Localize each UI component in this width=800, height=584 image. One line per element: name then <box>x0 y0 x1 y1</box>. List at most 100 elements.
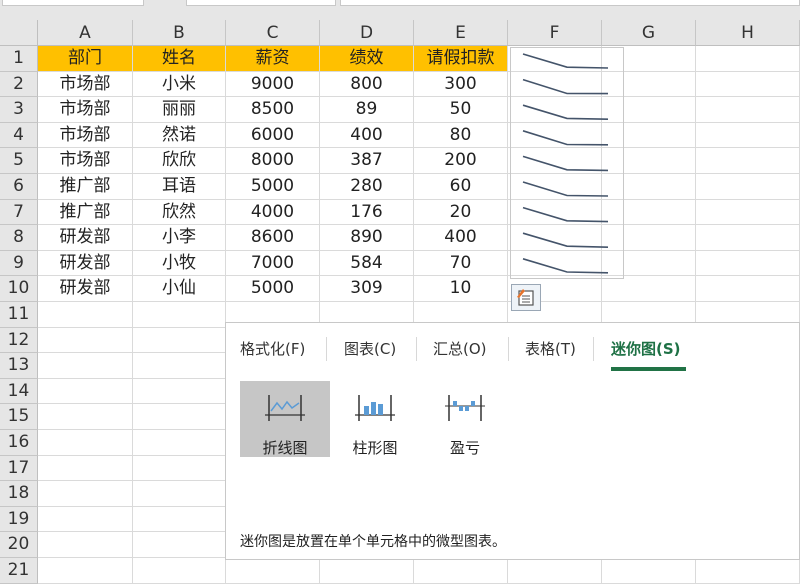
table-cell[interactable]: 丽丽 <box>133 97 226 123</box>
table-cell[interactable]: 研发部 <box>38 250 133 277</box>
empty-cell[interactable] <box>414 558 508 584</box>
table-cell[interactable]: 5000 <box>226 174 320 200</box>
row-header-2[interactable]: 2 <box>0 71 38 98</box>
empty-cell[interactable] <box>320 558 414 584</box>
table-header-cell[interactable]: 绩效 <box>320 46 414 72</box>
empty-cell[interactable] <box>38 404 133 430</box>
table-cell[interactable]: 5000 <box>226 276 320 302</box>
row-header-11[interactable]: 11 <box>0 302 38 328</box>
row-header-6[interactable]: 6 <box>0 174 38 200</box>
row-header-8[interactable]: 8 <box>0 225 38 251</box>
empty-cell[interactable] <box>133 378 226 405</box>
table-cell[interactable]: 欣欣 <box>133 148 226 174</box>
empty-cell[interactable] <box>38 327 133 354</box>
table-cell[interactable]: 584 <box>320 250 414 277</box>
empty-cell[interactable] <box>696 250 800 277</box>
table-cell[interactable]: 10 <box>414 276 508 302</box>
empty-cell[interactable] <box>133 353 226 379</box>
table-cell[interactable]: 研发部 <box>38 225 133 251</box>
empty-cell[interactable] <box>696 122 800 149</box>
table-cell[interactable]: 推广部 <box>38 174 133 200</box>
row-header-20[interactable]: 20 <box>0 532 38 558</box>
table-cell[interactable]: 400 <box>320 122 414 149</box>
column-header-A[interactable]: A <box>38 20 133 46</box>
sparkline-winloss-option[interactable]: 盈亏 <box>420 381 510 457</box>
table-header-cell[interactable]: 薪资 <box>226 46 320 72</box>
table-cell[interactable]: 20 <box>414 199 508 226</box>
table-header-cell[interactable]: 请假扣款 <box>414 46 508 72</box>
table-cell[interactable]: 4000 <box>226 199 320 226</box>
table-header-cell[interactable]: 姓名 <box>133 46 226 72</box>
empty-cell[interactable] <box>696 276 800 302</box>
empty-cell[interactable] <box>133 430 226 456</box>
table-cell[interactable]: 小李 <box>133 225 226 251</box>
table-cell[interactable]: 市场部 <box>38 122 133 149</box>
table-cell[interactable]: 欣然 <box>133 199 226 226</box>
empty-cell[interactable] <box>38 378 133 405</box>
empty-cell[interactable] <box>133 302 226 328</box>
column-header-D[interactable]: D <box>320 20 414 46</box>
table-cell[interactable]: 市场部 <box>38 97 133 123</box>
tab-totals[interactable]: 汇总(O) <box>433 337 487 361</box>
empty-cell[interactable] <box>133 455 226 482</box>
tab-sparklines[interactable]: 迷你图(S) <box>611 337 681 361</box>
row-header-9[interactable]: 9 <box>0 250 38 277</box>
table-cell[interactable]: 89 <box>320 97 414 123</box>
column-header-G[interactable]: G <box>602 20 696 46</box>
empty-cell[interactable] <box>133 404 226 430</box>
row-header-18[interactable]: 18 <box>0 481 38 507</box>
table-cell[interactable]: 6000 <box>226 122 320 149</box>
empty-cell[interactable] <box>696 97 800 123</box>
empty-cell[interactable] <box>38 455 133 482</box>
table-cell[interactable]: 8000 <box>226 148 320 174</box>
empty-cell[interactable] <box>133 506 226 533</box>
column-header-B[interactable]: B <box>133 20 226 46</box>
empty-cell[interactable] <box>133 532 226 558</box>
empty-cell[interactable] <box>38 353 133 379</box>
table-cell[interactable]: 309 <box>320 276 414 302</box>
column-header-E[interactable]: E <box>414 20 508 46</box>
row-header-5[interactable]: 5 <box>0 148 38 174</box>
row-header-4[interactable]: 4 <box>0 122 38 149</box>
table-cell[interactable]: 800 <box>320 71 414 98</box>
empty-cell[interactable] <box>696 148 800 174</box>
row-header-14[interactable]: 14 <box>0 378 38 405</box>
name-box[interactable] <box>2 0 144 6</box>
table-cell[interactable]: 890 <box>320 225 414 251</box>
table-cell[interactable]: 70 <box>414 250 508 277</box>
empty-cell[interactable] <box>133 558 226 584</box>
table-cell[interactable]: 300 <box>414 71 508 98</box>
row-header-16[interactable]: 16 <box>0 430 38 456</box>
table-cell[interactable]: 80 <box>414 122 508 149</box>
table-cell[interactable]: 耳语 <box>133 174 226 200</box>
formula-bar-buttons[interactable] <box>186 0 336 6</box>
table-cell[interactable]: 8500 <box>226 97 320 123</box>
empty-cell[interactable] <box>696 46 800 72</box>
table-cell[interactable]: 推广部 <box>38 199 133 226</box>
row-header-19[interactable]: 19 <box>0 506 38 533</box>
row-header-21[interactable]: 21 <box>0 558 38 584</box>
empty-cell[interactable] <box>696 174 800 200</box>
tab-charts[interactable]: 图表(C) <box>344 337 396 361</box>
table-cell[interactable]: 400 <box>414 225 508 251</box>
table-cell[interactable]: 9000 <box>226 71 320 98</box>
table-header-cell[interactable]: 部门 <box>38 46 133 72</box>
table-cell[interactable]: 小米 <box>133 71 226 98</box>
row-header-15[interactable]: 15 <box>0 404 38 430</box>
table-cell[interactable]: 市场部 <box>38 148 133 174</box>
table-cell[interactable]: 小仙 <box>133 276 226 302</box>
empty-cell[interactable] <box>696 225 800 251</box>
empty-cell[interactable] <box>38 302 133 328</box>
row-header-10[interactable]: 10 <box>0 276 38 302</box>
empty-cell[interactable] <box>38 506 133 533</box>
column-header-H[interactable]: H <box>696 20 800 46</box>
row-header-3[interactable]: 3 <box>0 97 38 123</box>
table-cell[interactable]: 研发部 <box>38 276 133 302</box>
quick-analysis-button[interactable] <box>511 284 541 311</box>
empty-cell[interactable] <box>38 532 133 558</box>
table-cell[interactable]: 小牧 <box>133 250 226 277</box>
empty-cell[interactable] <box>508 558 602 584</box>
empty-cell[interactable] <box>602 558 696 584</box>
empty-cell[interactable] <box>38 558 133 584</box>
row-header-13[interactable]: 13 <box>0 353 38 379</box>
